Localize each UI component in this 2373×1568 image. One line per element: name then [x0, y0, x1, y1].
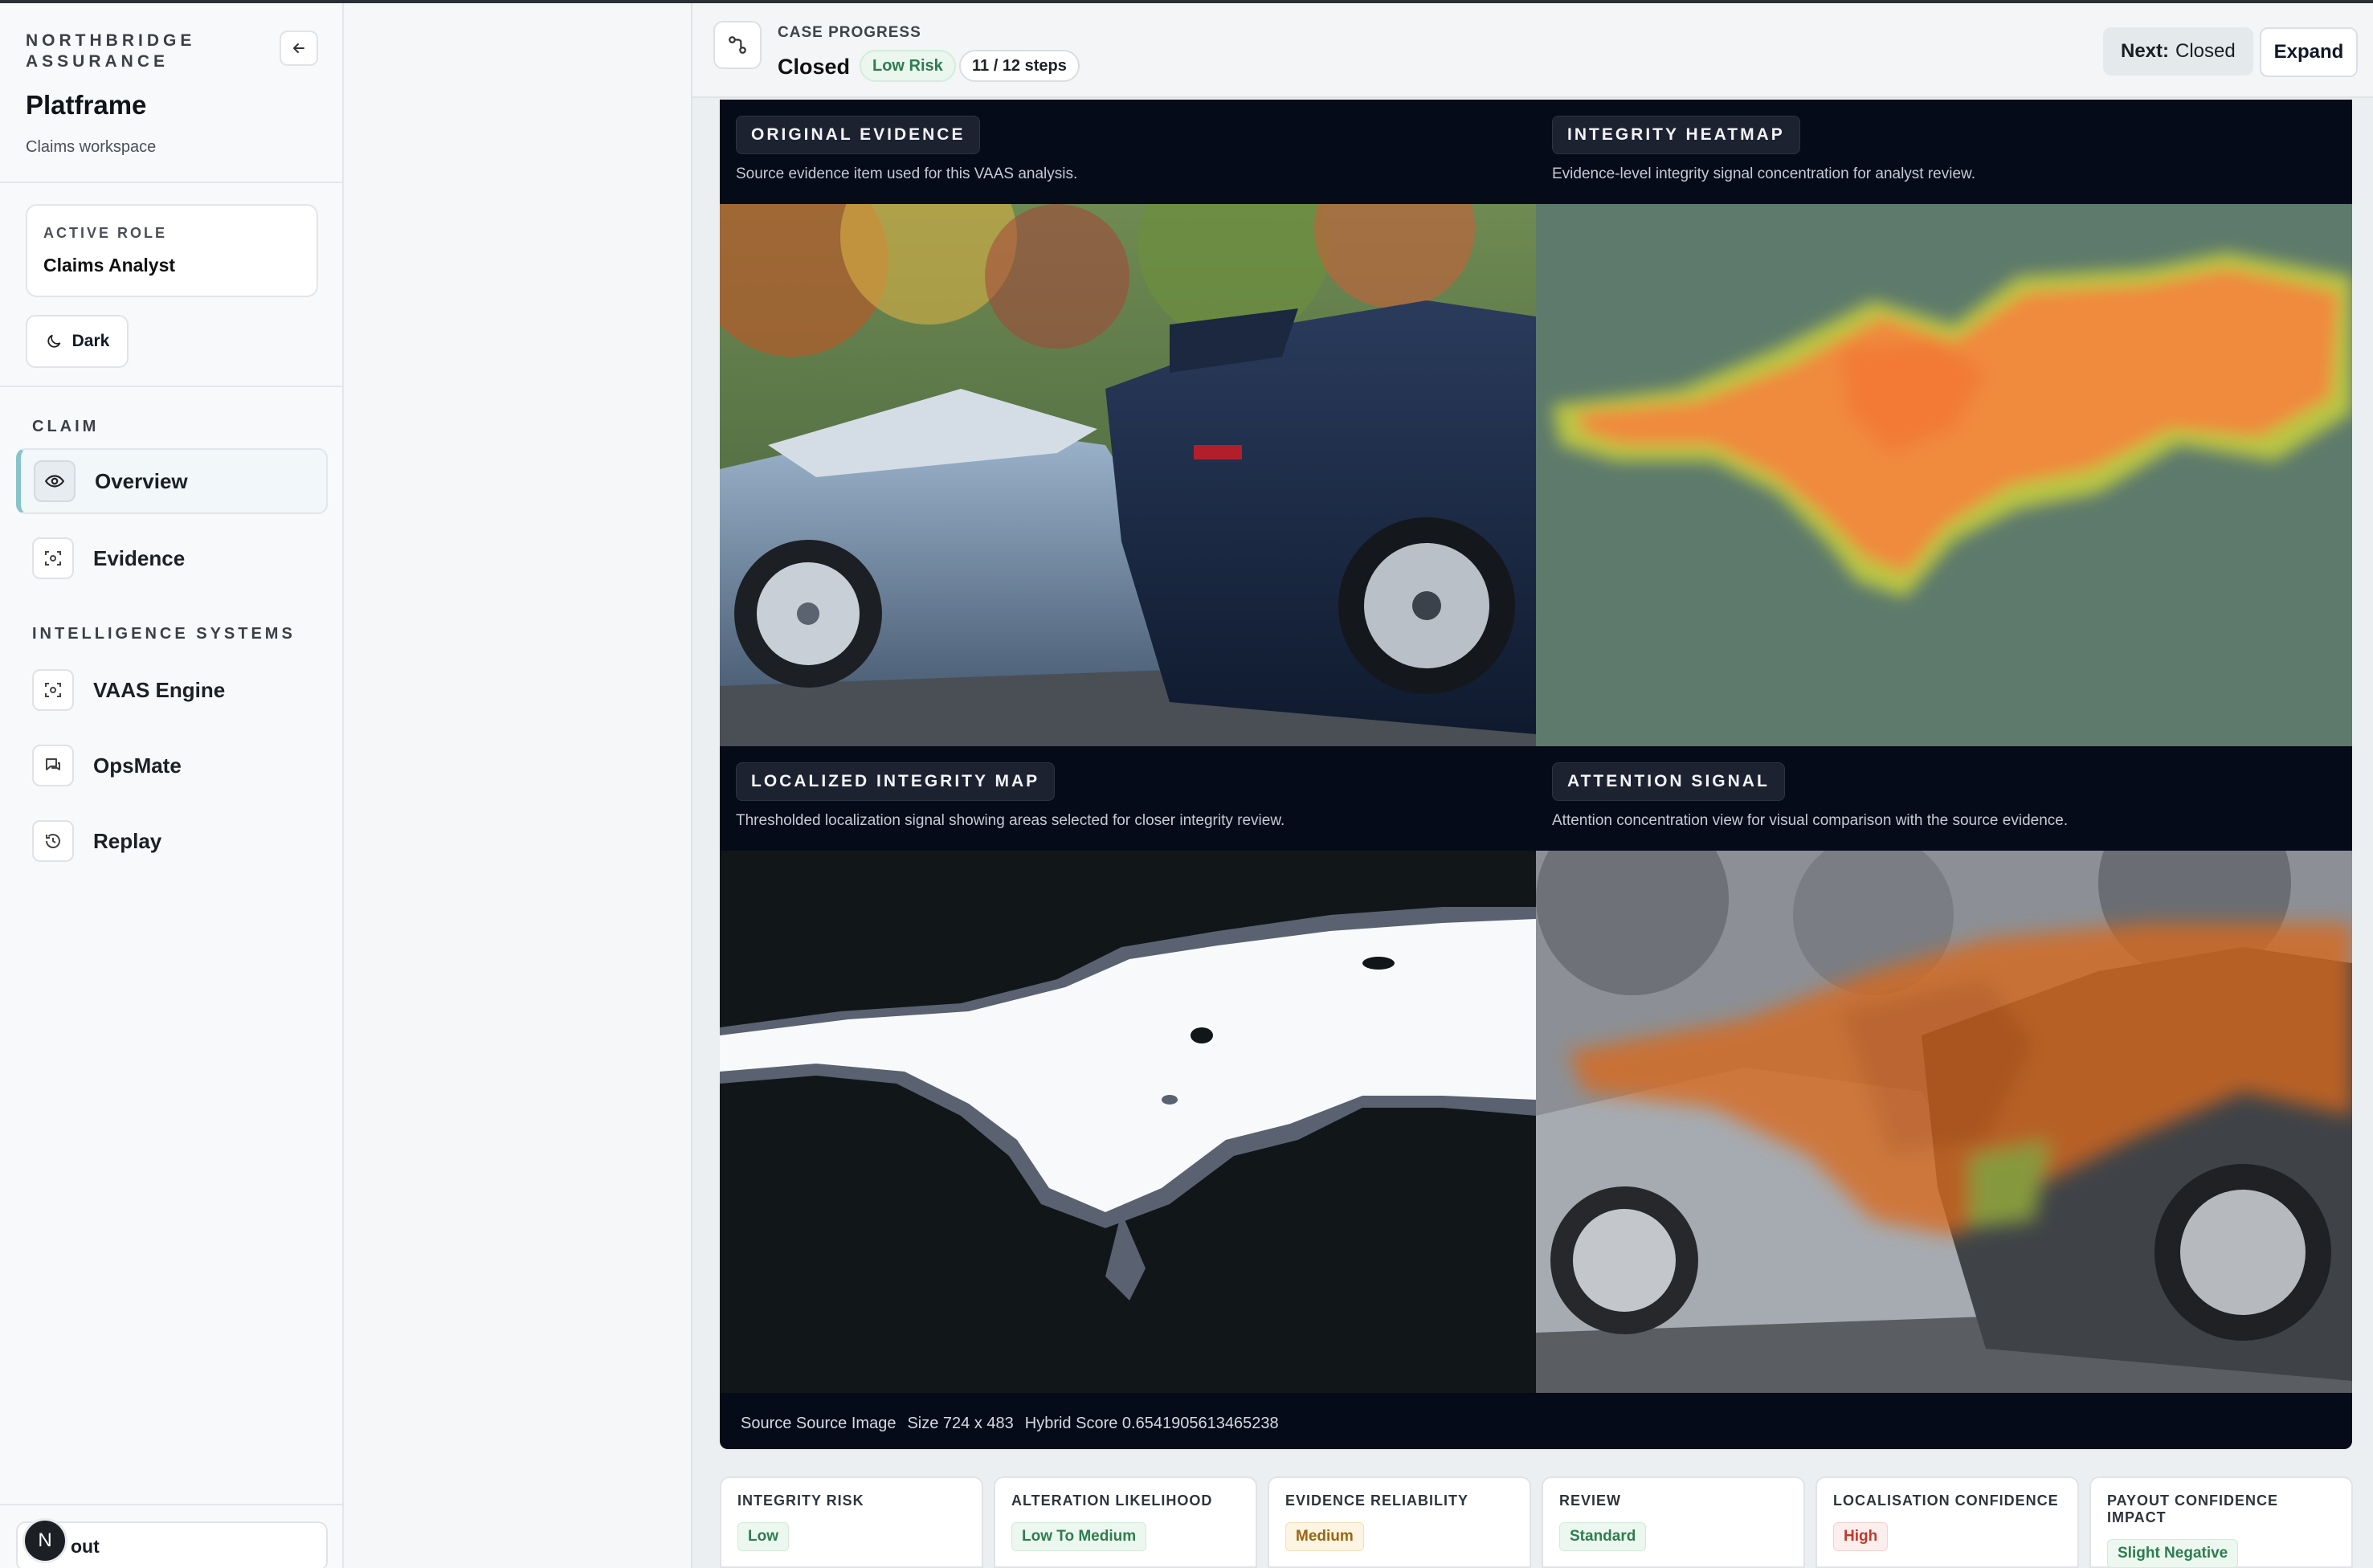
section-label-intelligence: INTELLIGENCE SYSTEMS — [32, 625, 296, 643]
risk-badge: Low Risk — [860, 50, 956, 82]
panel-description: Attention concentration view for visual … — [1552, 812, 2069, 829]
metric-label: EVIDENCE RELIABILITY — [1285, 1492, 1469, 1509]
sidebar-item-label: Overview — [95, 468, 188, 493]
divider — [0, 1504, 344, 1505]
panel-integrity-heatmap: INTEGRITY HEATMAP Evidence-level integri… — [1536, 100, 2352, 746]
case-progress-bar: CASE PROGRESS Closed Low Risk 11 / 12 st… — [692, 3, 2373, 98]
metric-value-badge: Low To Medium — [1011, 1522, 1147, 1551]
case-progress-label: CASE PROGRESS — [778, 24, 921, 41]
next-step-indicator: Next: Closed — [2103, 27, 2253, 76]
panel-description: Source evidence item used for this VAAS … — [736, 165, 1078, 182]
metric-label: LOCALISATION CONFIDENCE — [1833, 1492, 2059, 1509]
app-name: Platframe — [26, 90, 147, 120]
evidence-image[interactable] — [720, 204, 1536, 746]
sidebar: NORTHBRIDGE ASSURANCE Platframe Claims w… — [0, 3, 344, 1568]
heatmap-image[interactable] — [1536, 204, 2352, 746]
metric-label: REVIEW — [1559, 1492, 1622, 1509]
metric-label: INTEGRITY RISK — [737, 1492, 864, 1509]
avatar[interactable]: N — [22, 1518, 67, 1563]
sidebar-item-label: VAAS Engine — [93, 677, 226, 702]
role-label: ACTIVE ROLE — [43, 225, 168, 241]
chat-icon — [32, 745, 74, 786]
theme-toggle-button[interactable]: Dark — [26, 315, 129, 368]
panel-description: Evidence-level integrity signal concentr… — [1552, 165, 1975, 182]
panel-attention-signal: ATTENTION SIGNAL Attention concentration… — [1536, 746, 2352, 1393]
analysis-footer: Source Source Image Size 724 x 483 Hybri… — [720, 1398, 2352, 1449]
metric-value-badge: Slight Negative — [2107, 1539, 2239, 1568]
sidebar-item-label: OpsMate — [93, 753, 182, 778]
sidebar-item-overview[interactable]: Overview — [16, 448, 328, 514]
sidebar-item-label: Evidence — [93, 545, 186, 570]
footer-score: Hybrid Score 0.6541905613465238 — [1024, 1414, 1279, 1432]
metric-localisation-confidence: LOCALISATION CONFIDENCE High — [1815, 1476, 2079, 1568]
panel-title: LOCALIZED INTEGRITY MAP — [736, 762, 1056, 801]
workflow-icon[interactable] — [713, 21, 762, 69]
eye-icon — [34, 460, 76, 502]
metric-value-badge: Medium — [1285, 1522, 1364, 1551]
active-role-card: ACTIVE ROLE Claims Analyst — [26, 204, 318, 297]
footer-size: Size 724 x 483 — [907, 1414, 1014, 1432]
case-status: Closed — [778, 55, 851, 79]
analysis-grid: ORIGINAL EVIDENCE Source evidence item u… — [720, 100, 2352, 1449]
metric-review: REVIEW Standard — [1542, 1476, 1805, 1568]
next-step-value: Closed — [2175, 40, 2236, 62]
panel-title: INTEGRITY HEATMAP — [1552, 116, 1800, 154]
arrow-left-icon — [293, 43, 304, 53]
panel-original-evidence: ORIGINAL EVIDENCE Source evidence item u… — [720, 100, 1536, 746]
metric-payout-confidence-impact: PAYOUT CONFIDENCE IMPACT Slight Negative — [2089, 1476, 2353, 1568]
org-name: NORTHBRIDGE ASSURANCE — [26, 31, 196, 71]
panel-title: ATTENTION SIGNAL — [1552, 762, 1785, 801]
expand-button[interactable]: Expand — [2260, 27, 2358, 77]
metric-value-badge: Standard — [1559, 1522, 1647, 1551]
divider — [0, 182, 344, 183]
panel-localized-integrity-map: LOCALIZED INTEGRITY MAP Thresholded loca… — [720, 746, 1536, 1393]
main-content: CASE PROGRESS Closed Low Risk 11 / 12 st… — [691, 3, 2373, 1568]
panel-title: ORIGINAL EVIDENCE — [736, 116, 981, 154]
scan-icon — [32, 537, 74, 579]
metric-value-badge: High — [1833, 1522, 1889, 1551]
section-label-claim: CLAIM — [32, 418, 100, 435]
localization-image[interactable] — [720, 851, 1536, 1393]
scan-icon — [32, 669, 74, 711]
sidebar-item-opsmate[interactable]: OpsMate — [16, 733, 328, 798]
moon-icon — [47, 334, 60, 348]
metric-label: PAYOUT CONFIDENCE IMPACT — [2107, 1492, 2279, 1525]
metric-integrity-risk: INTEGRITY RISK Low — [720, 1476, 983, 1568]
attention-image[interactable] — [1536, 851, 2352, 1393]
collapse-sidebar-button[interactable] — [280, 31, 318, 66]
metric-evidence-reliability: EVIDENCE RELIABILITY Medium — [1268, 1476, 1531, 1568]
sidebar-item-label: Replay — [93, 828, 162, 853]
app-subtitle: Claims workspace — [26, 138, 157, 156]
theme-toggle-label: Dark — [71, 332, 110, 350]
sidebar-item-replay[interactable]: Replay — [16, 808, 328, 874]
footer-source: Source Source Image — [741, 1414, 897, 1432]
metric-label: ALTERATION LIKELIHOOD — [1011, 1492, 1213, 1509]
brand-block: NORTHBRIDGE ASSURANCE Platframe Claims w… — [26, 31, 202, 157]
divider — [0, 386, 344, 387]
history-icon — [32, 820, 74, 862]
next-step-prefix: Next: — [2121, 40, 2170, 62]
metric-alteration-likelihood: ALTERATION LIKELIHOOD Low To Medium — [994, 1476, 1257, 1568]
role-value: Claims Analyst — [43, 255, 176, 276]
metric-value-badge: Low — [737, 1522, 789, 1551]
sidebar-item-vaas-engine[interactable]: VAAS Engine — [16, 657, 328, 723]
steps-badge: 11 / 12 steps — [959, 50, 1080, 82]
panel-description: Thresholded localization signal showing … — [736, 812, 1285, 829]
sidebar-item-evidence[interactable]: Evidence — [16, 525, 328, 591]
